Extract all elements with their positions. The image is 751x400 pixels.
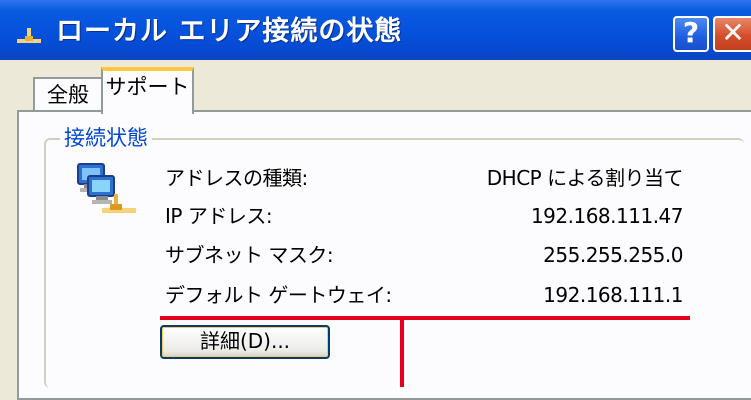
network-connection-icon — [77, 163, 136, 213]
network-connection-icon — [17, 28, 41, 43]
details-button[interactable]: 詳細(D)... — [160, 325, 330, 359]
close-button[interactable]: ✕ — [713, 16, 751, 52]
tab-strip: 全般 サポート — [0, 60, 751, 114]
group-title: 接続状態 — [60, 124, 152, 152]
subnet-mask-value: 255.255.255.0 — [543, 243, 683, 267]
address-type-label: アドレスの種類: — [165, 166, 308, 190]
default-gateway-value: 192.168.111.1 — [543, 283, 683, 307]
ip-address-value: 192.168.111.47 — [530, 204, 684, 228]
annotation-pointer-line — [400, 318, 404, 387]
tab-support[interactable]: サポート — [101, 67, 194, 114]
ip-address-label: IP アドレス: — [165, 204, 273, 228]
default-gateway-label: デフォルト ゲートウェイ: — [165, 283, 392, 307]
tab-general[interactable]: 全般 — [33, 77, 103, 112]
dialog-window: ローカル エリア接続の状態 ? ✕ 全般 サポート 接続状態 アドレスの種類: … — [0, 0, 751, 400]
title-bar[interactable]: ローカル エリア接続の状態 ? ✕ — [0, 0, 751, 60]
annotation-underline — [160, 316, 690, 320]
window-title: ローカル エリア接続の状態 — [56, 16, 403, 47]
address-type-value: DHCP による割り当て — [486, 166, 684, 190]
subnet-mask-label: サブネット マスク: — [165, 243, 334, 267]
help-button[interactable]: ? — [673, 16, 709, 52]
